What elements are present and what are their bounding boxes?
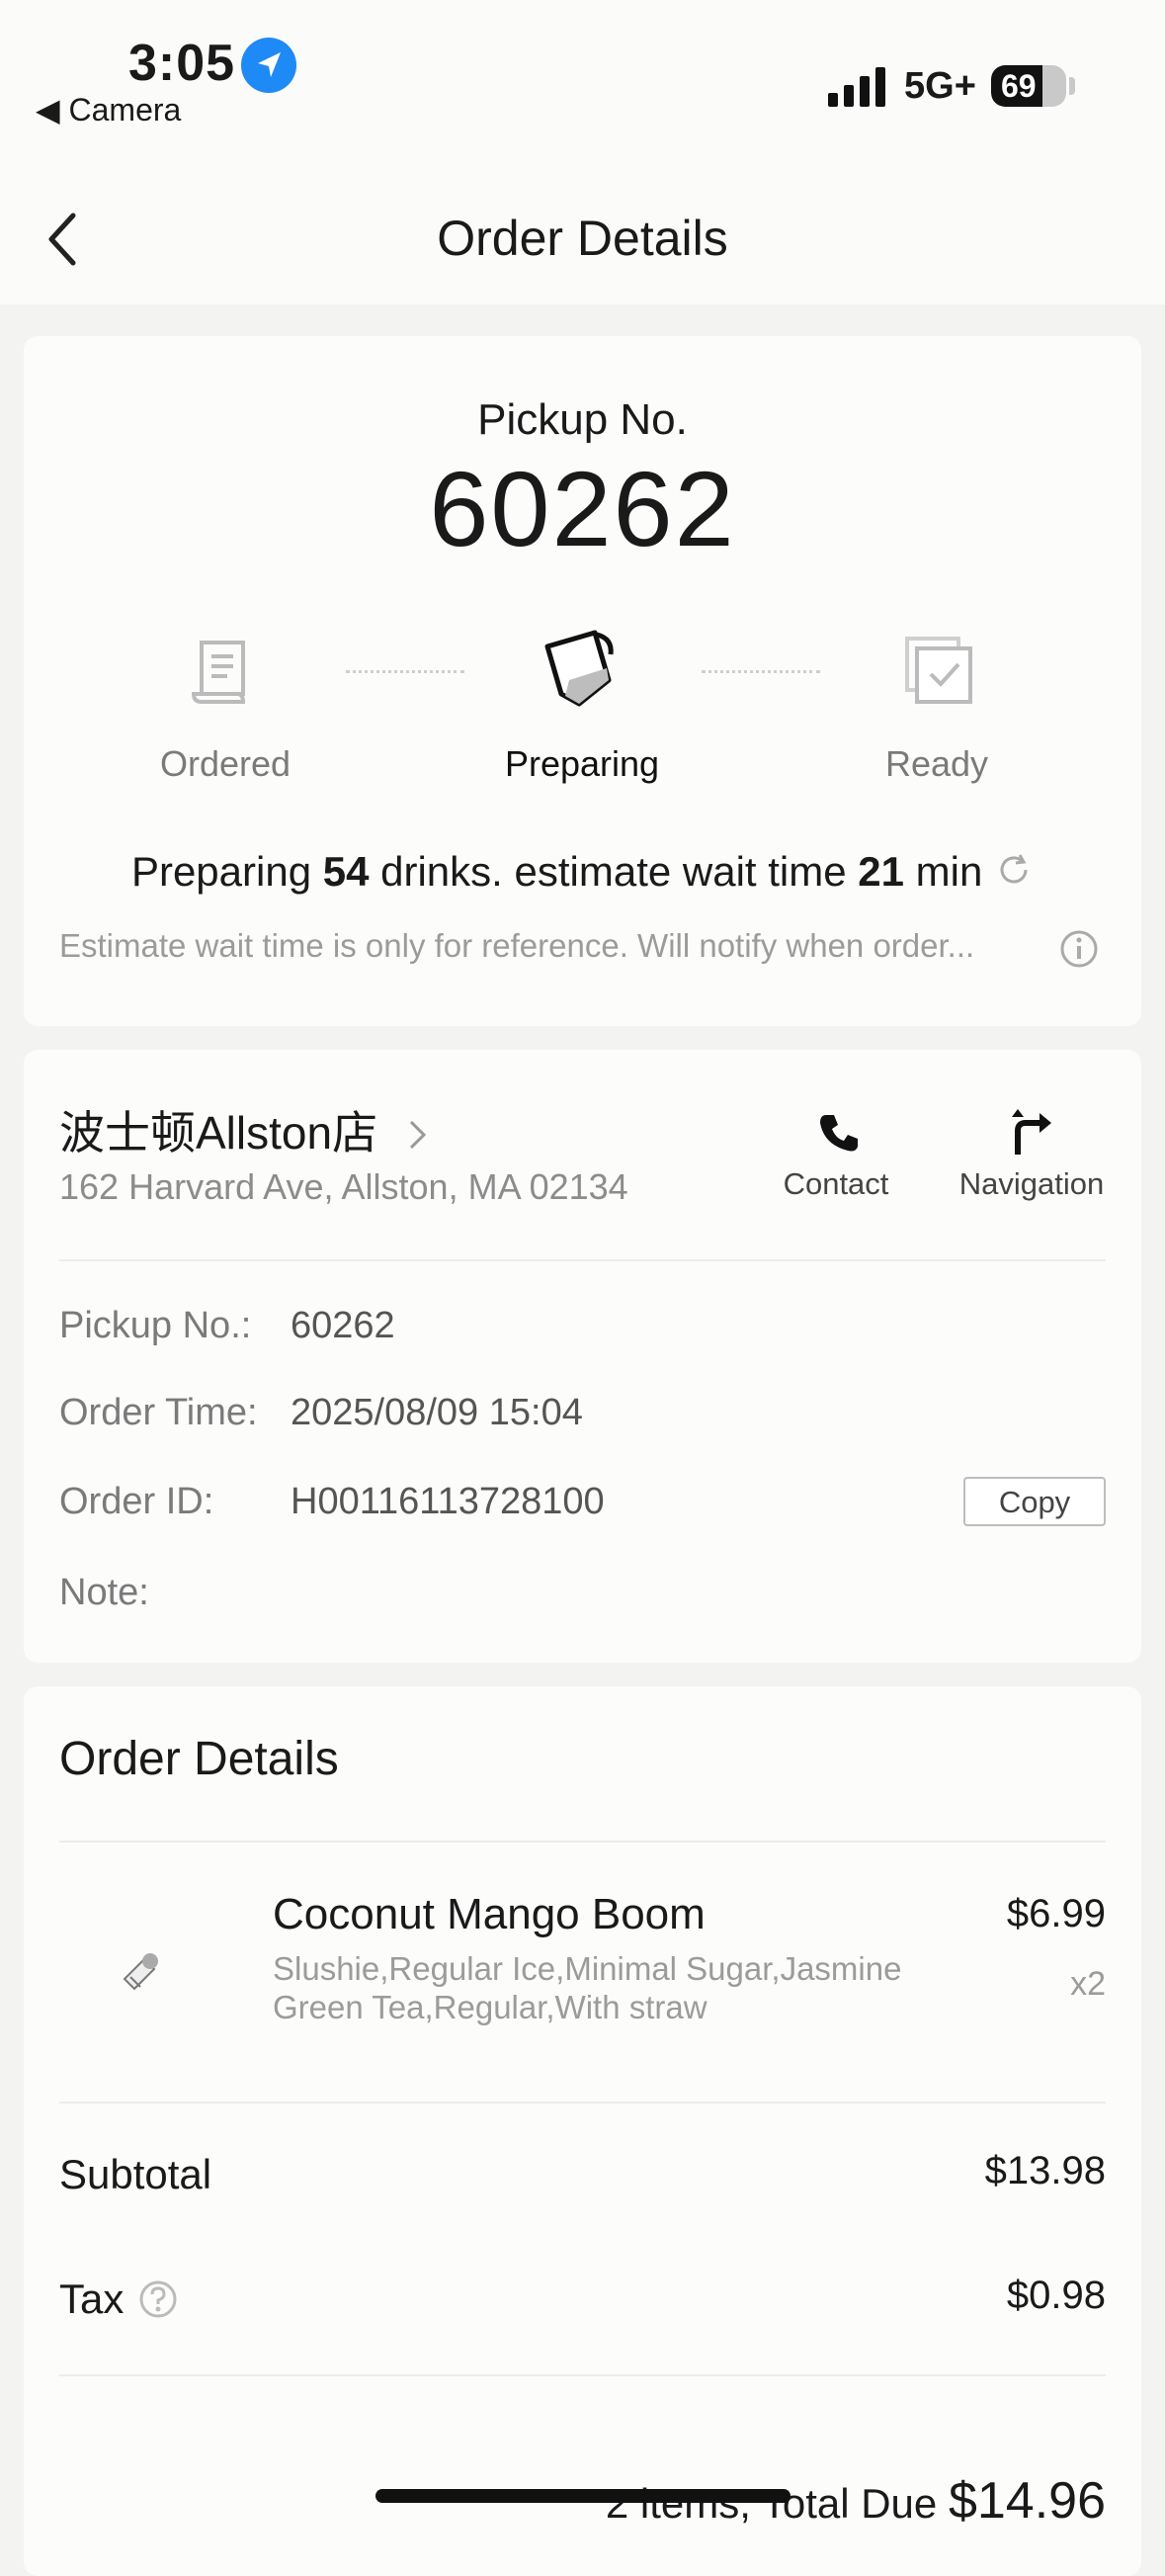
subtotal-value: $13.98	[984, 2149, 1106, 2192]
item-price: $6.99	[1006, 1892, 1106, 1935]
network-type: 5G+	[904, 65, 976, 107]
divider	[59, 2374, 1106, 2376]
pickup-number: 60262	[429, 449, 736, 568]
wait-status: Preparing 54 drinks. estimate wait time …	[24, 848, 1141, 900]
signal-icon	[828, 67, 889, 107]
chevron-right-icon	[406, 1110, 430, 1163]
order-id-value: H00116113728100	[291, 1481, 605, 1522]
total-value: $14.96	[948, 2472, 1106, 2530]
battery-tip	[1069, 77, 1075, 95]
drink-thumbnail-icon	[119, 1949, 164, 2000]
location-arrow-icon	[241, 38, 296, 93]
step-preparing-label: Preparing	[504, 743, 660, 784]
status-middle: drinks. estimate wait time	[380, 848, 847, 895]
wait-notice: Estimate wait time is only for reference…	[59, 927, 975, 964]
item-options: Slushie,Regular Ice,Minimal Sugar,Jasmin…	[273, 1950, 902, 2025]
note-label: Note:	[59, 1572, 149, 1613]
divider	[59, 1841, 1106, 1843]
divider	[59, 1259, 1106, 1261]
item-quantity: x2	[1070, 1965, 1106, 2003]
pickup-no-label: Pickup No.:	[59, 1305, 252, 1346]
refresh-icon[interactable]	[994, 850, 1034, 900]
item-name: Coconut Mango Boom	[273, 1890, 706, 1938]
tax-help-icon[interactable]	[138, 2279, 178, 2324]
order-time-value: 2025/08/09 15:04	[291, 1392, 583, 1433]
status-prefix: Preparing	[130, 848, 312, 895]
tax-value: $0.98	[1006, 2274, 1106, 2317]
store-address: 162 Harvard Ave, Allston, MA 02134	[59, 1166, 628, 1207]
info-icon[interactable]	[1059, 929, 1099, 974]
home-indicator[interactable]	[375, 2489, 791, 2503]
pickup-label: Pickup No.	[477, 395, 688, 444]
order-time-label: Order Time:	[59, 1392, 258, 1433]
receipt-icon	[188, 633, 263, 713]
phone-icon[interactable]	[816, 1111, 860, 1159]
page-title: Order Details	[437, 211, 728, 266]
store-name[interactable]: 波士顿Allston店	[59, 1097, 430, 1163]
wait-minutes: 21	[858, 848, 904, 895]
status-time: 3:05	[128, 35, 236, 92]
divider	[59, 2102, 1106, 2104]
contact-button[interactable]: Contact	[767, 1166, 905, 1202]
store-name-text: 波士顿Allston店	[59, 1107, 378, 1159]
copy-order-id-button[interactable]: Copy	[963, 1477, 1106, 1526]
step-ready-label: Ready	[884, 743, 989, 784]
tax-label: Tax	[59, 2275, 125, 2322]
battery-level: 69	[1001, 68, 1037, 104]
order-id-label: Order ID:	[59, 1481, 214, 1522]
status-suffix: min	[915, 848, 983, 895]
order-details-card	[24, 1686, 1141, 2576]
checkbox-icon	[901, 633, 976, 713]
step-connector	[346, 670, 464, 673]
drinks-count: 54	[322, 848, 370, 895]
cup-pouring-icon	[540, 625, 624, 719]
order-section-title: Order Details	[59, 1733, 339, 1785]
subtotal-label: Subtotal	[59, 2151, 212, 2197]
navigation-button[interactable]: Navigation	[943, 1166, 1121, 1202]
pickup-no-value: 60262	[291, 1305, 395, 1346]
step-ordered-label: Ordered	[159, 743, 291, 784]
battery-icon: 69	[991, 65, 1066, 107]
navigation-icon[interactable]	[1008, 1107, 1055, 1161]
total-prefix: 2 items, Total Due	[605, 2480, 938, 2527]
back-to-camera-link[interactable]: ◀ Camera	[36, 91, 181, 129]
step-connector	[702, 670, 820, 673]
